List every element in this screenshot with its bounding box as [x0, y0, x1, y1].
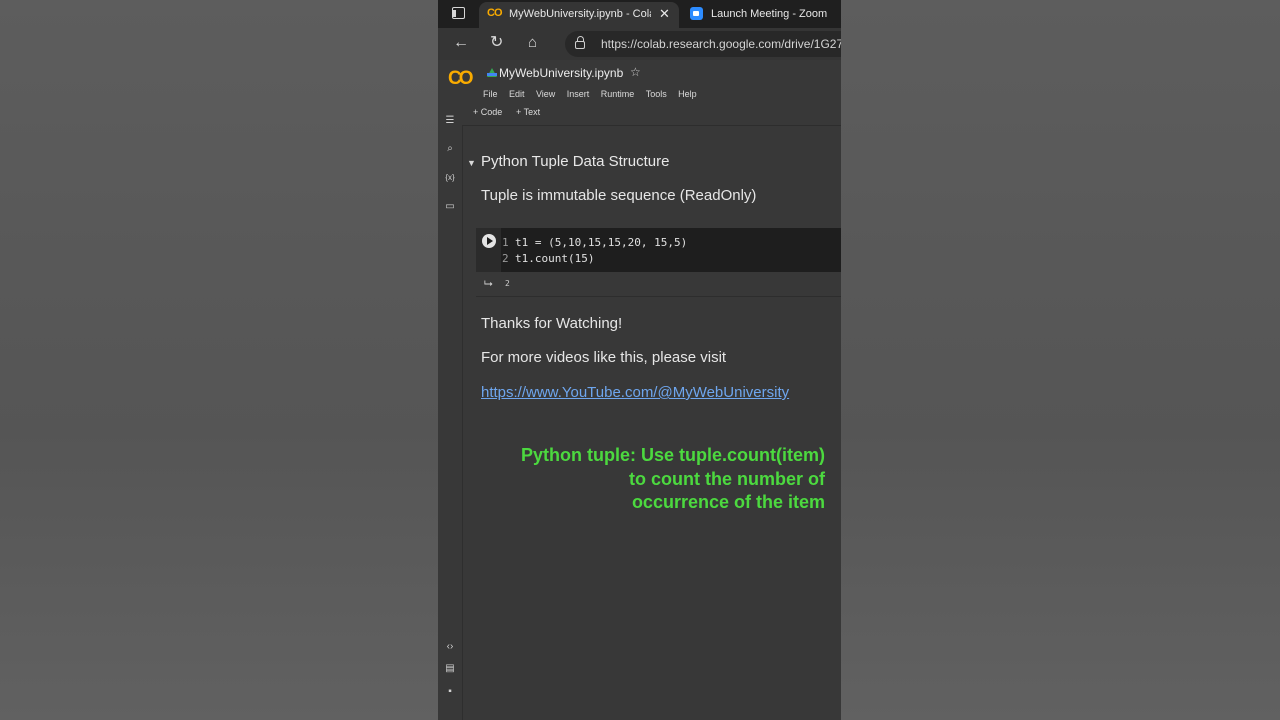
drive-icon: [487, 68, 497, 77]
menu-runtime[interactable]: Runtime: [601, 89, 635, 99]
variables-icon[interactable]: {x}: [444, 172, 456, 184]
menu-insert[interactable]: Insert: [567, 89, 590, 99]
description-text: Tuple is immutable sequence (ReadOnly): [481, 187, 757, 204]
menu-edit[interactable]: Edit: [509, 89, 525, 99]
video-backdrop-right: [841, 0, 1280, 720]
colab-logo-icon[interactable]: CO: [448, 68, 473, 90]
left-sidebar: ☰ ⌕ {x} ▭ ‹› ▤ ▪: [438, 101, 463, 720]
home-icon[interactable]: ⌂: [528, 34, 537, 52]
section-heading: Python Tuple Data Structure: [481, 153, 670, 170]
browser-tab-strip: CO MyWebUniversity.ipynb - Colab ✕ Launc…: [438, 0, 841, 28]
tab-title: Launch Meeting - Zoom: [711, 8, 828, 20]
menu-view[interactable]: View: [536, 89, 555, 99]
caption-line: to count the number of: [629, 468, 825, 489]
tab-actions-icon[interactable]: [452, 7, 465, 19]
cell-output: ⮡ 2: [476, 274, 841, 297]
folder-icon[interactable]: ▭: [444, 201, 456, 213]
code-line[interactable]: t1 = (5,10,15,15,20, 15,5): [515, 236, 687, 249]
colab-header: CO MyWebUniversity.ipynb ☆ File Edit Vie…: [438, 60, 841, 102]
video-backdrop-left: [0, 0, 438, 720]
caption-line: Python tuple: Use tuple.count(item): [521, 445, 825, 465]
menu-help[interactable]: Help: [678, 89, 697, 99]
lock-icon[interactable]: [575, 36, 585, 49]
youtube-link[interactable]: https://www.YouTube.com/@MyWebUniversity: [481, 384, 789, 401]
command-palette-icon[interactable]: ▤: [444, 663, 456, 675]
collapse-caret-icon[interactable]: ▼: [467, 158, 476, 168]
table-of-contents-icon[interactable]: ☰: [444, 115, 456, 127]
more-videos-text: For more videos like this, please visit: [481, 349, 727, 366]
run-cell-button[interactable]: [482, 234, 496, 248]
thanks-text: Thanks for Watching!: [481, 315, 623, 332]
output-toggle-icon[interactable]: ⮡: [484, 278, 493, 291]
tab-zoom[interactable]: Launch Meeting - Zoom: [684, 2, 834, 28]
close-icon[interactable]: ✕: [659, 6, 670, 22]
reload-icon[interactable]: ↻: [490, 34, 503, 52]
code-line[interactable]: t1.count(15): [515, 252, 594, 265]
url-text: https://colab.research.google.com/drive/…: [601, 37, 841, 51]
add-code-button[interactable]: + Code: [473, 107, 502, 117]
screen-recording-frame: CO MyWebUniversity.ipynb - Colab ✕ Launc…: [438, 0, 841, 720]
back-arrow-icon[interactable]: ←: [453, 34, 469, 52]
colab-logo-icon: CO: [487, 7, 502, 19]
terminal-icon[interactable]: ▪: [444, 686, 456, 698]
code-cell[interactable]: 1 t1 = (5,10,15,15,20, 15,5) 2 t1.count(…: [476, 228, 841, 272]
output-value: 2: [505, 279, 510, 288]
video-caption: Python tuple: Use tuple.count(item) to c…: [480, 444, 825, 515]
line-number: 2: [502, 252, 509, 265]
notebook-toolbar: + Code + Text: [462, 101, 841, 126]
search-icon[interactable]: ⌕: [444, 143, 456, 155]
zoom-icon: [690, 7, 703, 20]
browser-address-bar: ← ↻ ⌂ https://colab.research.google.com/…: [438, 28, 841, 60]
url-input[interactable]: https://colab.research.google.com/drive/…: [565, 31, 841, 57]
add-text-button[interactable]: + Text: [516, 107, 540, 117]
notebook-title[interactable]: MyWebUniversity.ipynb: [499, 66, 623, 80]
caption-line: occurrence of the item: [631, 492, 825, 512]
menu-tools[interactable]: Tools: [646, 89, 667, 99]
menu-file[interactable]: File: [483, 89, 498, 99]
run-gutter: [476, 228, 501, 272]
star-icon[interactable]: ☆: [630, 65, 641, 79]
code-snippets-icon[interactable]: ‹›: [444, 641, 456, 653]
tab-title: MyWebUniversity.ipynb - Colab: [509, 8, 651, 20]
line-number: 1: [502, 236, 509, 249]
tab-colab[interactable]: CO MyWebUniversity.ipynb - Colab ✕: [479, 2, 679, 28]
notebook-body: ▼ Python Tuple Data Structure Tuple is i…: [463, 126, 841, 720]
menu-bar: File Edit View Insert Runtime Tools Help: [483, 84, 704, 99]
